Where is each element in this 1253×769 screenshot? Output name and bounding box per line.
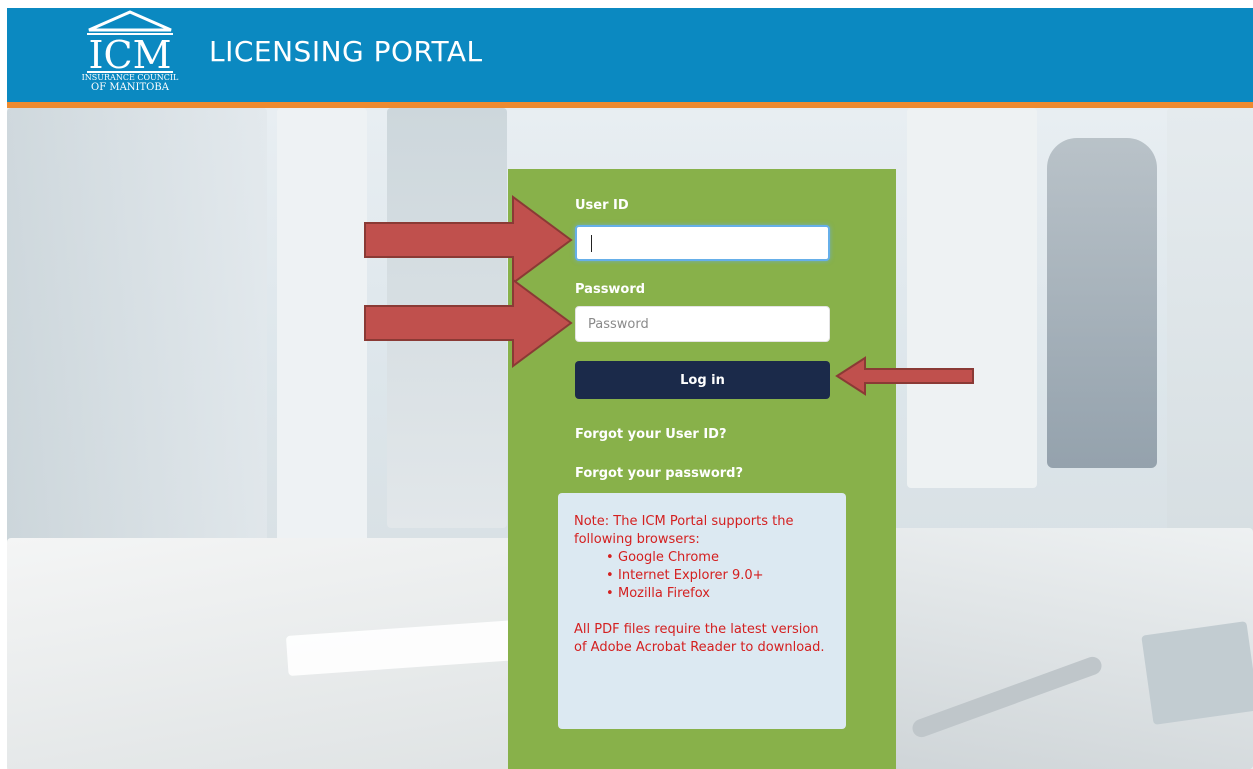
text-cursor [591,235,592,252]
password-input[interactable] [575,306,830,342]
icm-logo[interactable]: ICM INSURANCE COUNCIL OF MANITOBA [75,10,185,98]
note-pdf: All PDF files require the latest version… [574,622,825,655]
browser-list: Google Chrome Internet Explorer 9.0+ Moz… [574,549,832,603]
user-id-input[interactable] [575,225,830,261]
left-arrow-annotation-icon [835,356,974,396]
logo-line-2: OF MANITOBA [91,82,169,93]
icm-building-logo-icon: ICM [87,10,173,74]
logo-abbrev: ICM [89,33,172,74]
right-arrow-annotation-icon [364,195,573,285]
forgot-user-id-link[interactable]: Forgot your User ID? [575,427,727,442]
right-arrow-annotation-icon [364,278,573,368]
header-bar: ICM INSURANCE COUNCIL OF MANITOBA LICENS… [7,8,1253,102]
browser-item: Google Chrome [606,549,832,567]
password-label: Password [575,282,646,297]
browser-item: Internet Explorer 9.0+ [606,567,832,585]
page-frame: ICM INSURANCE COUNCIL OF MANITOBA LICENS… [7,8,1253,769]
note-intro: Note: The ICM Portal supports the follow… [574,514,794,547]
browser-item: Mozilla Firefox [606,585,832,603]
forgot-password-link[interactable]: Forgot your password? [575,466,743,481]
browser-support-note: Note: The ICM Portal supports the follow… [558,493,846,729]
portal-title: LICENSING PORTAL [209,35,483,68]
login-button[interactable]: Log in [575,361,830,399]
logo-line-1: INSURANCE COUNCIL [81,73,179,82]
user-id-label: User ID [575,198,629,213]
